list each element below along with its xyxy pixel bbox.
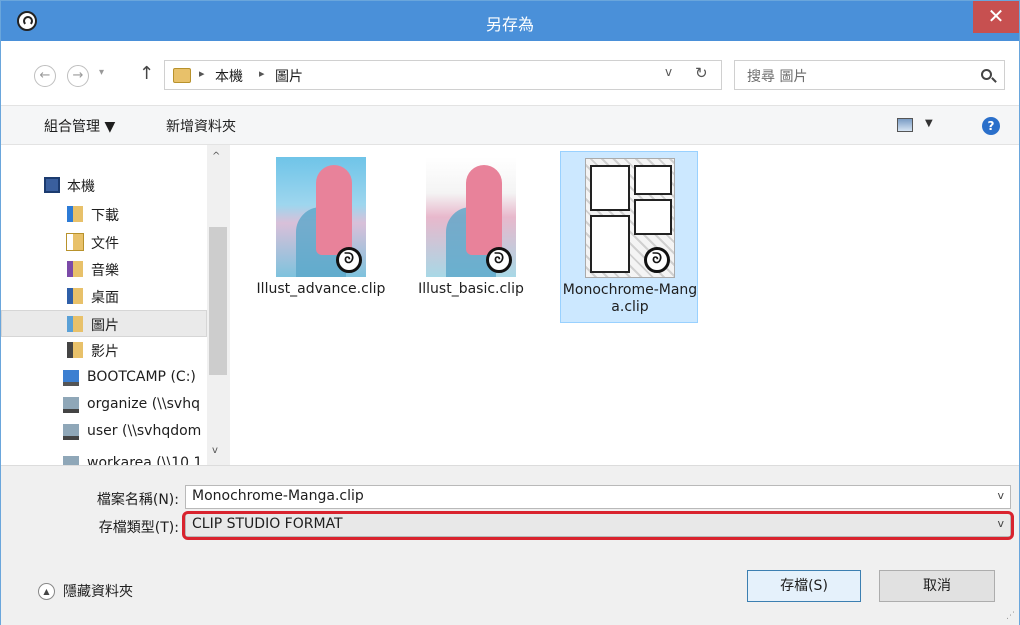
file-name: Monochrome-Manga.clip bbox=[562, 282, 698, 315]
refresh-icon[interactable]: ↻ bbox=[695, 64, 708, 82]
nav-item-label: 文件 bbox=[91, 236, 119, 252]
command-toolbar: 組合管理 ▼ 新增資料夾 ▼ ? bbox=[1, 105, 1019, 145]
navigation-pane: 本機 下載 文件 音樂 桌面 圖片 影片 BOOTCAMP (C:) organ… bbox=[1, 145, 229, 465]
nav-item-label: BOOTCAMP (C:) bbox=[87, 369, 196, 385]
documents-folder-icon bbox=[66, 233, 84, 251]
back-button[interactable]: ← bbox=[34, 65, 56, 87]
downloads-folder-icon bbox=[67, 206, 83, 222]
help-icon[interactable]: ? bbox=[982, 117, 1000, 135]
illustration-hair bbox=[316, 165, 352, 255]
clip-file-badge-icon: ᘐ bbox=[644, 247, 670, 273]
search-input[interactable]: 搜尋 圖片 bbox=[734, 60, 1005, 90]
filetype-label: 存檔類型(T): bbox=[98, 520, 179, 536]
nav-item-label: 影片 bbox=[91, 344, 119, 360]
illustration-hair bbox=[466, 165, 502, 255]
view-options-dropdown[interactable]: ▼ bbox=[925, 118, 933, 129]
nav-item-label: 音樂 bbox=[91, 263, 119, 279]
computer-icon bbox=[44, 177, 60, 193]
file-thumbnail: ᘐ bbox=[426, 157, 516, 277]
save-button[interactable]: 存檔(S) bbox=[747, 570, 861, 602]
network-drive-icon bbox=[63, 424, 79, 440]
file-item-monochrome-manga[interactable]: ᘐ Monochrome-Manga.clip bbox=[560, 151, 698, 323]
nav-item-workarea-share[interactable]: workarea (\\10.1 bbox=[1, 451, 207, 465]
file-list-pane: ᘐ Illust_advance.clip ᘐ Illust_basic.cli… bbox=[230, 145, 1019, 465]
nav-item-label: workarea (\\10.1 bbox=[87, 455, 203, 465]
forward-button[interactable]: → bbox=[67, 65, 89, 87]
videos-folder-icon bbox=[67, 342, 83, 358]
navigation-scrollbar[interactable]: ^ v bbox=[207, 145, 229, 465]
file-name: Illust_advance.clip bbox=[256, 281, 386, 297]
file-thumbnail: ᘐ bbox=[276, 157, 366, 277]
title-bar: 另存為 ✕ bbox=[1, 1, 1019, 41]
breadcrumb-separator[interactable]: ▸ bbox=[199, 67, 205, 80]
nav-item-downloads[interactable]: 下載 bbox=[1, 201, 207, 228]
drive-icon bbox=[63, 370, 79, 386]
network-drive-icon bbox=[63, 397, 79, 413]
scrollbar-thumb[interactable] bbox=[209, 227, 227, 375]
file-item-illust-advance[interactable]: ᘐ Illust_advance.clip bbox=[252, 151, 390, 323]
file-name: Illust_basic.clip bbox=[418, 281, 524, 297]
nav-item-music[interactable]: 音樂 bbox=[1, 256, 207, 283]
recent-locations-dropdown[interactable]: ▾ bbox=[99, 67, 104, 78]
breadcrumb-separator[interactable]: ▸ bbox=[259, 67, 265, 80]
network-drive-icon bbox=[63, 456, 79, 465]
nav-item-videos[interactable]: 影片 bbox=[1, 337, 207, 364]
manga-panel bbox=[590, 215, 630, 273]
hide-folders-icon[interactable]: ▲ bbox=[38, 583, 55, 600]
save-options-area: 檔案名稱(N): Monochrome-Manga.clip v 存檔類型(T)… bbox=[1, 465, 1019, 625]
manga-panel bbox=[590, 165, 630, 211]
nav-item-user-share[interactable]: user (\\svhqdom bbox=[1, 419, 207, 446]
search-icon[interactable] bbox=[981, 69, 992, 80]
resize-grip-icon[interactable]: ⋰ bbox=[1006, 611, 1015, 621]
nav-item-documents[interactable]: 文件 bbox=[1, 229, 207, 256]
nav-item-label: user (\\svhqdom bbox=[87, 423, 202, 439]
nav-item-label: 本機 bbox=[67, 179, 95, 195]
file-item-illust-basic[interactable]: ᘐ Illust_basic.clip bbox=[402, 151, 540, 323]
filename-dropdown-button[interactable]: v bbox=[997, 489, 1004, 502]
close-button[interactable]: ✕ bbox=[973, 1, 1019, 33]
nav-item-bootcamp-drive[interactable]: BOOTCAMP (C:) bbox=[1, 365, 207, 392]
folder-icon bbox=[173, 68, 191, 83]
filename-label: 檔案名稱(N): bbox=[96, 492, 179, 508]
nav-item-pictures[interactable]: 圖片 bbox=[1, 310, 207, 337]
file-thumbnail: ᘐ bbox=[585, 158, 675, 278]
dialog-title: 另存為 bbox=[485, 15, 534, 34]
scroll-down-button[interactable]: v bbox=[212, 445, 218, 456]
change-view-icon[interactable] bbox=[897, 118, 913, 132]
hide-folders-button[interactable]: 隱藏資料夾 bbox=[63, 581, 133, 601]
nav-item-label: organize (\\svhq bbox=[87, 396, 200, 412]
nav-item-label: 下載 bbox=[91, 208, 119, 224]
filename-field[interactable]: Monochrome-Manga.clip v bbox=[185, 485, 1011, 509]
pictures-folder-icon bbox=[67, 316, 83, 332]
filename-value[interactable]: Monochrome-Manga.clip bbox=[192, 488, 364, 504]
scroll-up-button[interactable]: ^ bbox=[212, 151, 220, 162]
nav-item-label: 圖片 bbox=[91, 318, 119, 334]
nav-item-organize-share[interactable]: organize (\\svhq bbox=[1, 392, 207, 419]
desktop-folder-icon bbox=[67, 288, 83, 304]
cancel-button[interactable]: 取消 bbox=[879, 570, 995, 602]
save-as-dialog: 另存為 ✕ ← → ▾ ↑ ▸ 本機 ▸ 圖片 v ↻ 搜尋 圖片 組合管理 ▼… bbox=[0, 0, 1020, 625]
clip-file-badge-icon: ᘐ bbox=[336, 247, 362, 273]
breadcrumb-this-pc[interactable]: 本機 bbox=[215, 66, 243, 86]
address-dropdown-button[interactable]: v bbox=[665, 65, 672, 79]
manga-panel bbox=[634, 199, 672, 235]
clip-file-badge-icon: ᘐ bbox=[486, 247, 512, 273]
manga-panel bbox=[634, 165, 672, 195]
music-folder-icon bbox=[67, 261, 83, 277]
up-button[interactable]: ↑ bbox=[139, 63, 154, 84]
new-folder-button[interactable]: 新增資料夾 bbox=[166, 116, 236, 136]
nav-item-this-pc[interactable]: 本機 bbox=[1, 172, 207, 199]
nav-item-label: 桌面 bbox=[91, 290, 119, 306]
address-row: ← → ▾ ↑ ▸ 本機 ▸ 圖片 v ↻ 搜尋 圖片 bbox=[1, 41, 1019, 105]
organize-menu-button[interactable]: 組合管理 ▼ bbox=[44, 116, 115, 136]
address-bar[interactable]: ▸ 本機 ▸ 圖片 v ↻ bbox=[164, 60, 722, 90]
nav-item-desktop[interactable]: 桌面 bbox=[1, 283, 207, 310]
filetype-highlight-annotation bbox=[182, 511, 1014, 540]
search-placeholder: 搜尋 圖片 bbox=[747, 69, 808, 85]
breadcrumb-pictures[interactable]: 圖片 bbox=[275, 66, 303, 86]
